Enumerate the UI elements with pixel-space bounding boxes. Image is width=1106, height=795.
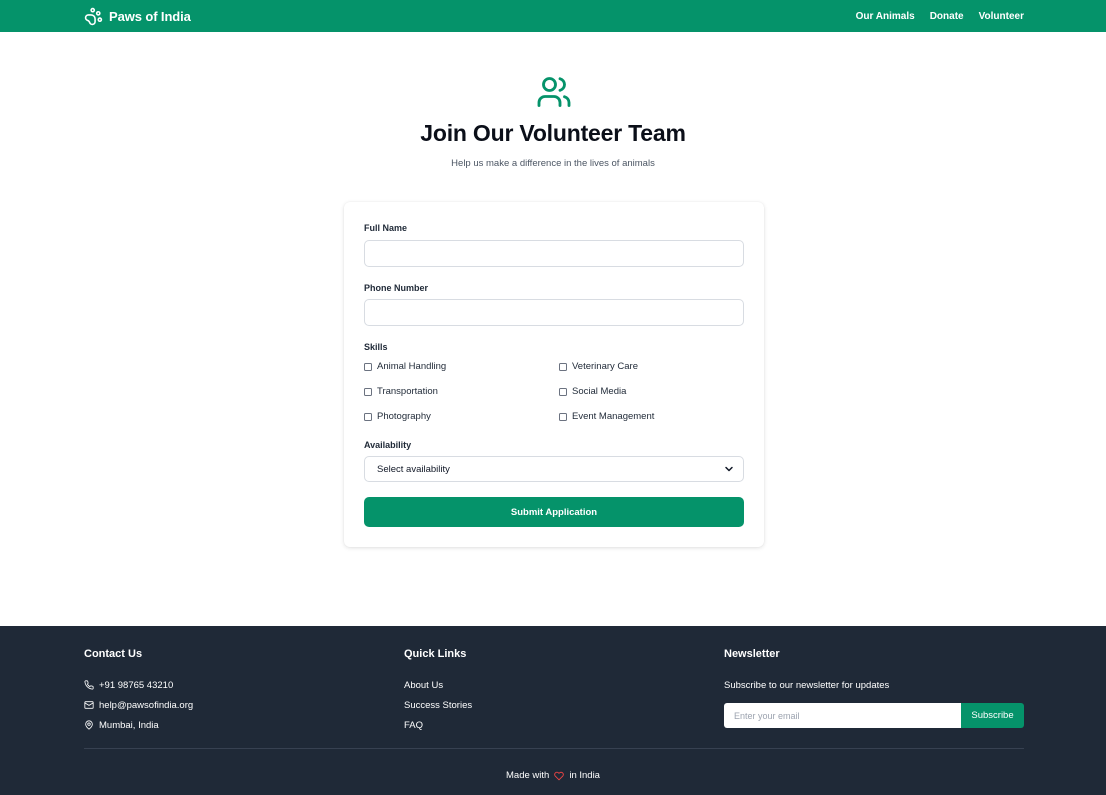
nav-link-our-animals[interactable]: Our Animals [856, 11, 915, 22]
skill-label: Animal Handling [377, 361, 447, 372]
availability-label: Availability [364, 440, 412, 450]
contact-phone: +91 98765 43210 [84, 675, 193, 695]
checkbox[interactable] [559, 362, 567, 371]
skill-label: Veterinary Care [572, 361, 639, 372]
page-subtitle: Help us make a difference in the lives o… [451, 158, 655, 169]
full-name-input[interactable] [364, 240, 744, 267]
skill-option-event-management[interactable]: Event Management [559, 411, 654, 422]
nav-links: Our Animals Donate Volunteer [856, 11, 1024, 22]
users-icon [535, 74, 573, 110]
brand-name: Paws of India [109, 8, 191, 24]
availability-select[interactable]: Select availability [364, 456, 744, 482]
contact-phone-text: +91 98765 43210 [99, 679, 174, 691]
skill-option-veterinary-care[interactable]: Veterinary Care [559, 361, 638, 372]
paw-print-icon [84, 7, 103, 26]
skill-label: Transportation [377, 386, 438, 397]
checkbox[interactable] [364, 412, 372, 421]
map-pin-icon [84, 720, 94, 730]
phone-icon [84, 680, 94, 690]
footer-link-faq[interactable]: FAQ [404, 715, 472, 735]
footer-link-success-stories[interactable]: Success Stories [404, 695, 472, 715]
checkbox[interactable] [559, 387, 567, 396]
full-name-label: Full Name [364, 223, 408, 233]
checkbox[interactable] [364, 362, 372, 371]
made-with-suffix: in India [569, 770, 600, 781]
subscribe-button[interactable]: Subscribe [961, 703, 1024, 728]
footer-link-about-us[interactable]: About Us [404, 675, 472, 695]
availability-selected-value: Select availability [377, 463, 450, 475]
navbar: Paws of India Our Animals Donate Volunte… [0, 0, 1106, 32]
footer-divider [84, 748, 1024, 749]
footer: Contact Us +91 98765 43210 help@pawsofin… [0, 626, 1106, 795]
quick-links-heading: Quick Links [404, 648, 467, 660]
nav-link-donate[interactable]: Donate [930, 11, 964, 22]
submit-application-button[interactable]: Submit Application [364, 497, 744, 527]
checkbox[interactable] [364, 387, 372, 396]
footer-contact: Contact Us +91 98765 43210 help@pawsofin… [84, 648, 193, 735]
phone-number-input[interactable] [364, 299, 744, 326]
chevron-down-icon [723, 463, 735, 475]
skill-label: Photography [377, 411, 431, 422]
contact-location: Mumbai, India [84, 715, 193, 735]
mail-icon [84, 700, 94, 710]
newsletter-heading: Newsletter [724, 648, 780, 660]
made-with-love: Made with in India [0, 770, 1106, 781]
skill-option-photography[interactable]: Photography [364, 411, 431, 422]
footer-quick-links: Quick Links About Us Success Stories FAQ [404, 648, 472, 735]
contact-location-text: Mumbai, India [99, 719, 159, 731]
heart-icon [554, 771, 565, 781]
newsletter-form: Subscribe [724, 703, 1024, 728]
skill-label: Social Media [572, 386, 627, 397]
newsletter-text: Subscribe to our newsletter for updates [724, 679, 890, 691]
volunteer-form: Full Name Phone Number Skills Animal Han… [344, 202, 764, 547]
checkbox[interactable] [559, 412, 567, 421]
contact-heading: Contact Us [84, 648, 143, 660]
contact-email: help@pawsofindia.org [84, 695, 193, 715]
skill-option-animal-handling[interactable]: Animal Handling [364, 361, 446, 372]
phone-number-label: Phone Number [364, 283, 429, 293]
footer-newsletter: Newsletter Subscribe to our newsletter f… [724, 648, 1024, 728]
skill-label: Event Management [572, 411, 655, 422]
page-title: Join Our Volunteer Team [420, 120, 686, 146]
made-with-prefix: Made with [506, 770, 550, 781]
skill-option-transportation[interactable]: Transportation [364, 386, 438, 397]
skills-label: Skills [364, 342, 388, 352]
nav-link-volunteer[interactable]: Volunteer [979, 11, 1024, 22]
brand[interactable]: Paws of India [84, 7, 191, 26]
contact-email-text: help@pawsofindia.org [99, 699, 194, 711]
skill-option-social-media[interactable]: Social Media [559, 386, 626, 397]
newsletter-email-input[interactable] [724, 703, 961, 728]
